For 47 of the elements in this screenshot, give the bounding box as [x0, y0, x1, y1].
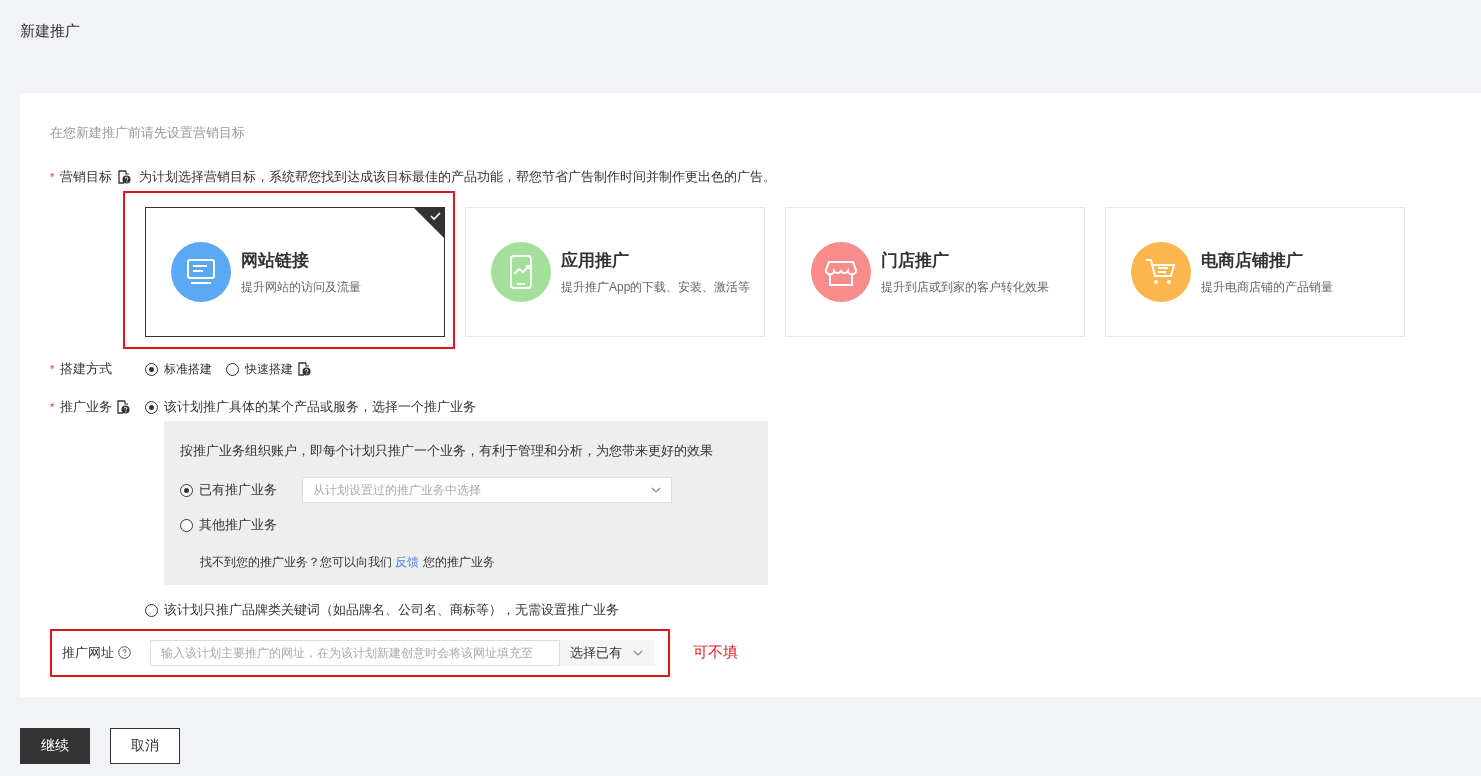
radio-button[interactable]	[145, 400, 158, 414]
chevron-down-icon	[633, 649, 643, 656]
feedback-text: 找不到您的推广业务？您可以向我们 反馈 您的推广业务	[200, 554, 496, 571]
cancel-button[interactable]: 取消	[110, 727, 180, 764]
card-title: 应用推广	[561, 249, 630, 272]
radio-label: 该计划推广具体的某个产品或服务，选择一个推广业务	[164, 398, 476, 416]
field-label: 搭建方式	[60, 360, 112, 378]
intro-text: 在您新建推广前请先设置营销目标	[50, 124, 246, 142]
required-asterisk: *	[50, 362, 56, 377]
help-icon[interactable]	[116, 400, 130, 414]
radio-label: 其他推广业务	[199, 516, 277, 534]
goal-card[interactable]: 网站链接 提升网站的访问及流量	[145, 207, 445, 337]
card-description: 提升电商店铺的产品销量	[1201, 278, 1333, 296]
check-corner-icon	[414, 208, 444, 238]
radio-button[interactable]	[180, 483, 193, 497]
radio-label: 该计划只推广品牌类关键词（如品牌名、公司名、商标等），无需设置推广业务	[164, 601, 619, 619]
annotation-note: 可不填	[693, 643, 738, 662]
detail-intro: 按推广业务组织账户，即每个计划只推广一个业务，有利于管理和分析，为您带来更好的效果	[180, 442, 714, 460]
required-asterisk: *	[50, 400, 56, 415]
continue-button[interactable]: 继续	[20, 727, 90, 764]
required-asterisk: *	[50, 170, 56, 185]
radio-label: 标准搭建	[164, 361, 212, 378]
card-description: 提升网站的访问及流量	[241, 278, 361, 296]
url-input[interactable]: 输入该计划主要推广的网址，在为该计划新建创意时会将该网址填充至	[150, 639, 560, 666]
chevron-down-icon	[651, 487, 661, 493]
card-title: 电商店铺推广	[1201, 249, 1304, 272]
goal-card[interactable]: 门店推广 提升到店或到家的客户转化效果	[785, 207, 1085, 337]
card-description: 提升推广App的下载、安装、激活等	[561, 278, 751, 296]
page-title: 新建推广	[20, 22, 80, 39]
radio-label: 已有推广业务	[199, 481, 277, 499]
card-title: 网站链接	[241, 249, 310, 272]
radio-button[interactable]	[145, 603, 158, 617]
help-icon[interactable]	[297, 362, 311, 376]
hint-text: 为计划选择营销目标，系统帮您找到达成该目标最佳的产品功能，帮您节省广告制作时间并制作更出色的广告。	[139, 168, 776, 186]
card-title: 门店推广	[881, 249, 950, 272]
field-label: 推广业务	[60, 398, 112, 416]
radio-button[interactable]	[226, 362, 239, 376]
radio-button[interactable]	[145, 362, 158, 376]
goal-card[interactable]: 电商店铺推广 提升电商店铺的产品销量	[1105, 207, 1405, 337]
radio-label: 快速搭建	[245, 361, 293, 378]
field-label: 推广网址	[62, 643, 114, 662]
select-existing-dropdown[interactable]: 选择已有	[560, 639, 655, 666]
help-icon[interactable]	[117, 170, 131, 184]
goal-card[interactable]: 应用推广 提升推广App的下载、安装、激活等	[465, 207, 765, 337]
field-label: 营销目标	[60, 168, 112, 186]
card-description: 提升到店或到家的客户转化效果	[881, 278, 1049, 296]
radio-button[interactable]	[180, 518, 193, 532]
